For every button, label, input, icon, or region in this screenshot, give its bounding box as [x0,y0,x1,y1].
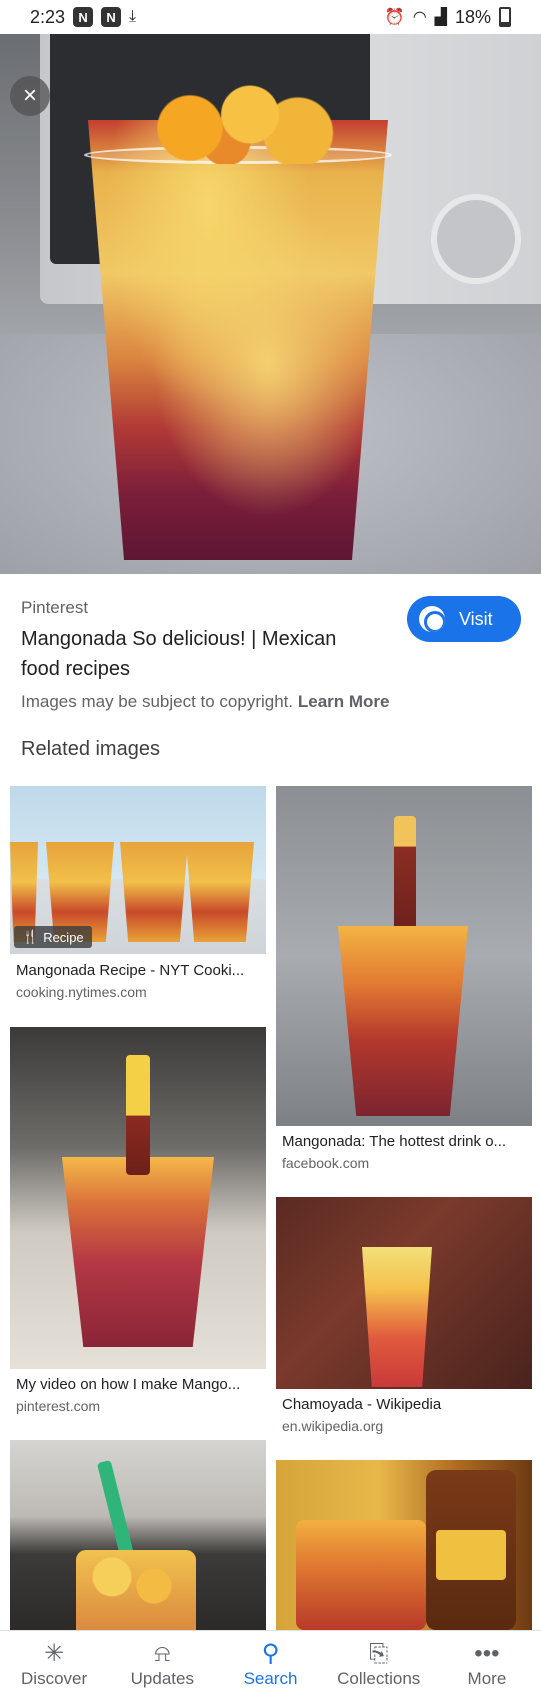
fork-knife-icon: 🍴 [22,929,39,944]
visit-button[interactable]: Visit [407,596,521,642]
jar-label [436,1530,506,1580]
nav-more-label: More [467,1669,507,1688]
result-title[interactable]: Mangonada So delicious! | Mexican food r… [21,624,371,684]
related-title-4[interactable]: Chamoyada - Wikipedia [282,1396,532,1413]
copyright-notice: Images may be subject to copyright. Lear… [21,692,390,712]
more-icon: ••• [474,1640,500,1667]
updates-icon: ⍾ [154,1640,171,1667]
search-icon: ⚲ [261,1640,280,1667]
microwave-knob [431,194,521,284]
cup-image [362,1247,432,1387]
nav-updates-label: Updates [130,1669,194,1688]
related-image-6[interactable] [276,1460,532,1630]
mango-chunks [118,74,358,164]
source-name: Pinterest [21,598,89,617]
cup-image [186,842,254,942]
nav-updates[interactable]: ⍾ Updates [108,1631,216,1701]
related-image-3[interactable] [10,1027,266,1369]
globe-icon [419,606,445,632]
mangonada-cup [88,120,388,560]
n-notification-icon: N [73,7,94,27]
tamarind-stick [126,1055,150,1175]
nav-discover[interactable]: ✳ Discover [0,1631,108,1701]
tamarind-stick [394,816,416,936]
cup-image [338,926,468,1116]
related-site-3: pinterest.com [16,1398,101,1414]
nav-discover-label: Discover [21,1669,88,1688]
n-notification-icon: N [101,7,122,27]
learn-more-link[interactable]: Learn More [298,692,390,711]
signal-icon: ▟ [434,9,447,26]
related-site-2: facebook.com [282,1155,370,1171]
cup-image [76,1550,196,1630]
collections-icon: ⎘ [369,1640,389,1667]
nav-search-label: Search [243,1669,298,1688]
wifi-icon: ◠ [412,9,427,26]
related-title-2[interactable]: Mangonada: The hottest drink o... [282,1133,532,1150]
download-icon: ⤓ [129,8,137,25]
cup-image [296,1520,426,1630]
close-icon: × [22,82,37,109]
nav-collections-label: Collections [337,1669,421,1688]
bottom-navigation: ✳ Discover ⍾ Updates ⚲ Search ⎘ Collecti… [0,1630,541,1701]
battery-percent: 18% [454,6,491,27]
hero-image[interactable]: × [0,34,541,574]
related-site-1: cooking.nytimes.com [16,984,147,1000]
alarm-icon: ⏰ [384,9,405,26]
related-image-2[interactable] [276,786,532,1126]
battery-icon [499,7,511,27]
related-title-3[interactable]: My video on how I make Mango... [16,1376,266,1393]
related-title-1[interactable]: Mangonada Recipe - NYT Cooki... [16,962,266,979]
discover-icon: ✳ [44,1640,65,1667]
recipe-badge-label: Recipe [43,929,84,945]
recipe-badge: 🍴 Recipe [14,926,92,948]
related-image-1[interactable]: 🍴 Recipe [10,786,266,954]
nav-collections[interactable]: ⎘ Collections [325,1631,433,1701]
related-site-4: en.wikipedia.org [282,1418,384,1434]
related-images-heading: Related images [21,738,160,760]
related-image-4[interactable] [276,1197,532,1389]
visit-label: Visit [459,608,493,629]
nav-search[interactable]: ⚲ Search [216,1631,324,1701]
nav-more[interactable]: ••• More [433,1631,541,1701]
cup-image [62,1157,214,1347]
status-bar: 2:23 N N ⤓ ⏰ ◠ ▟ 18% [0,0,541,34]
status-time: 2:23 [30,6,66,27]
copyright-text: Images may be subject to copyright. [21,692,294,711]
cup-image [120,842,188,942]
close-button[interactable]: × [10,76,50,116]
related-image-5[interactable] [10,1440,266,1630]
